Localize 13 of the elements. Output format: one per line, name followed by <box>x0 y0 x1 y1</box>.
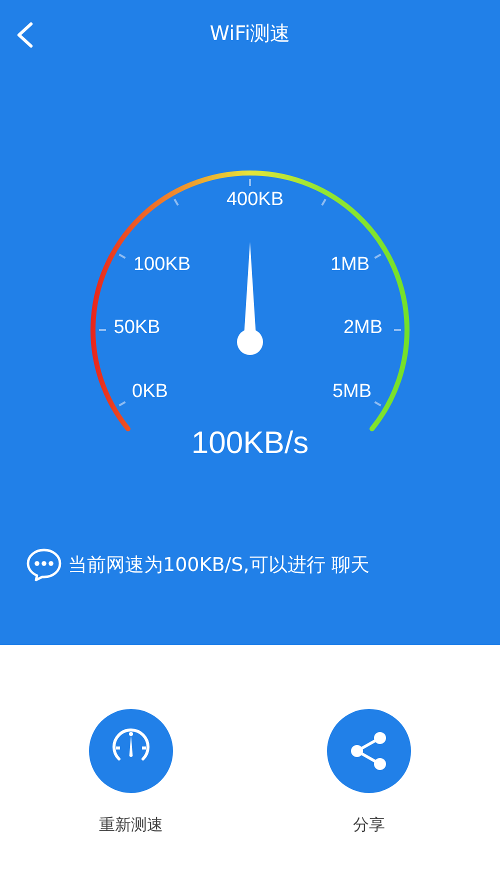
scale-label: 400KB <box>226 189 284 210</box>
scale-label: 0KB <box>132 381 168 402</box>
chat-bubble-icon <box>26 548 62 582</box>
scale-label: 2MB <box>343 317 383 338</box>
scale-label: 1MB <box>330 254 370 275</box>
speed-message: 当前网速为100KB/S,可以进行 聊天 <box>68 552 370 578</box>
button-label: 重新测速 <box>99 814 163 836</box>
button-label: 分享 <box>353 814 385 836</box>
scale-label: 100KB <box>133 254 191 275</box>
speed-reading: 100KB/s <box>191 425 309 460</box>
page-title: WiFi测速 <box>210 20 290 47</box>
scale-label: 50KB <box>114 317 160 338</box>
scale-label: 5MB <box>332 381 372 402</box>
